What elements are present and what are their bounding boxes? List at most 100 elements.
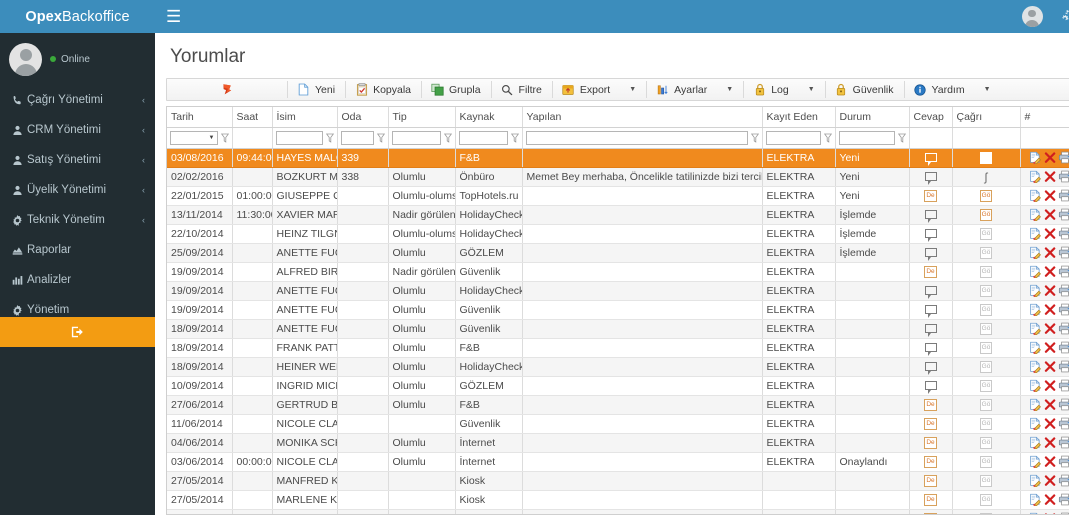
chevron-down-icon[interactable]: ▼ [984,86,991,93]
edit-row-icon[interactable] [1029,189,1042,202]
delete-row-icon[interactable] [1044,417,1056,430]
print-row-icon[interactable] [1058,265,1069,278]
toolbar-button-0[interactable] [167,79,287,100]
edit-row-icon[interactable] [1029,322,1042,335]
call-badge-icon[interactable]: Gö [979,265,993,278]
edit-row-icon[interactable] [1029,303,1042,316]
edit-row-icon[interactable] [1029,246,1042,259]
comment-bubble-icon[interactable] [924,362,937,375]
sidebar-item-5[interactable]: Raporlar [0,235,155,265]
comment-bubble-icon[interactable] [924,381,937,394]
table-row[interactable]: 22/01/201501:00:00GIUSEPPE GIANG Olumlu-o… [167,186,1069,206]
edit-row-icon[interactable] [1029,341,1042,354]
comment-bubble-icon[interactable] [924,286,937,299]
print-row-icon[interactable] [1058,303,1069,316]
comment-bubble-icon[interactable] [924,153,937,166]
sidebar-item-2[interactable]: Satış Yönetimi ‹ [0,145,155,175]
print-row-icon[interactable] [1058,208,1069,221]
comment-bubble-icon[interactable] [924,248,937,261]
table-row[interactable]: 22/10/2014 HEINZ TILGNER Olumlu-olumsuzHol… [167,224,1069,244]
call-badge-icon[interactable]: Gö [979,341,993,354]
table-row[interactable]: 18/09/2014 ANETTE FUCHS OlumluGüvenlik ELEK… [167,319,1069,339]
delete-row-icon[interactable] [1044,227,1056,240]
edit-row-icon[interactable] [1029,170,1042,183]
call-badge-icon[interactable]: Gö [979,455,993,468]
column-header-oda[interactable]: Oda [337,107,389,128]
edit-row-icon[interactable] [1029,265,1042,278]
edit-row-icon[interactable] [1029,455,1042,468]
hamburger-icon[interactable]: ☰ [166,8,181,25]
delete-row-icon[interactable] [1044,455,1056,468]
sidebar-item-6[interactable]: Analizler [0,265,155,295]
detail-badge-icon[interactable]: De [924,398,937,411]
table-row[interactable]: 19/09/2014 ANETTE FUCHS OlumluGüvenlik ELEK… [167,300,1069,320]
funnel-filter-icon[interactable] [376,133,385,143]
print-row-icon[interactable] [1058,455,1069,468]
call-badge-icon[interactable]: Gö [979,493,993,506]
column-header-yapilan[interactable]: Yapılan [522,107,763,128]
delete-row-icon[interactable] [1044,341,1056,354]
table-row[interactable]: 27/06/2014 GERTRUD BIRNER OlumluF&B ELEKTRA… [167,395,1069,415]
print-row-icon[interactable] [1058,474,1069,487]
table-row[interactable]: 04/06/2014 MONIKA SCHUM Olumluİnternet ELEK… [167,433,1069,453]
print-row-icon[interactable] [1058,417,1069,430]
chevron-down-icon[interactable]: ▼ [808,86,815,93]
signature-icon[interactable]: ʃ [985,170,988,184]
delete-row-icon[interactable] [1044,360,1056,373]
sidebar-item-3[interactable]: Üyelik Yönetimi ‹ [0,175,155,205]
table-row[interactable]: 18/09/2014 FRANK PATTBERG OlumluF&B ELEKTRA… [167,338,1069,358]
detail-badge-icon[interactable]: De [924,417,937,430]
delete-row-icon[interactable] [1044,303,1056,316]
table-row[interactable]: 19/09/2014 ALFRED BIRNER Nadir görülenGüve… [167,262,1069,282]
delete-row-icon[interactable] [1044,246,1056,259]
filter-input-yapilan[interactable] [525,130,748,145]
comment-bubble-icon[interactable] [924,229,937,242]
funnel-filter-icon[interactable] [325,133,334,143]
sidebar-item-1[interactable]: CRM Yönetimi ‹ [0,115,155,145]
call-badge-icon[interactable]: Gö [979,379,993,392]
call-badge-icon[interactable]: Gö [979,417,993,430]
call-badge-icon[interactable]: Gö [979,398,993,411]
funnel-filter-icon[interactable] [510,133,519,143]
comment-bubble-icon[interactable] [924,172,937,185]
toolbar-button-3[interactable]: Grupla [421,79,491,100]
table-row[interactable]: 25/09/2014 ANETTE FUCHS OlumluGÖZLEM ELEKTR… [167,243,1069,263]
table-row[interactable]: 18/09/2014 HEINER WELLER OlumluHolidayChec… [167,357,1069,377]
edit-row-icon[interactable] [1029,379,1042,392]
call-badge-icon[interactable]: Gö [979,227,993,240]
print-row-icon[interactable] [1058,189,1069,202]
column-header-tip[interactable]: Tip [388,107,456,128]
comment-bubble-icon[interactable] [924,305,937,318]
print-row-icon[interactable] [1058,284,1069,297]
column-header-kayit[interactable]: Kayıt Eden [762,107,836,128]
table-row[interactable]: 23/05/2014 MANFRED KLING Kiosk De Gö [167,509,1069,514]
table-row[interactable]: 27/05/2014 MARLENE KLING Kiosk De Gö [167,490,1069,510]
print-row-icon[interactable] [1058,493,1069,506]
delete-row-icon[interactable] [1044,493,1056,506]
delete-row-icon[interactable] [1044,474,1056,487]
toolbar-button-2[interactable]: Kopyala [345,79,421,100]
delete-row-icon[interactable] [1044,379,1056,392]
print-row-icon[interactable] [1058,227,1069,240]
delete-row-icon[interactable] [1044,151,1056,164]
print-row-icon[interactable] [1058,398,1069,411]
column-header-kaynak[interactable]: Kaynak [455,107,523,128]
toolbar-button-4[interactable]: Filtre [490,79,552,100]
chevron-down-icon[interactable]: ▼ [209,135,215,141]
column-header-cevap[interactable]: Cevap [909,107,953,128]
table-row[interactable]: 03/08/201609:44:00HAYES MALCOLM339 F&B ELE… [167,148,1069,168]
call-badge-icon[interactable]: Gö [979,189,993,202]
print-row-icon[interactable] [1058,151,1069,164]
sidebar-item-0[interactable]: Çağrı Yönetimi ‹ [0,85,155,115]
filter-input-tarih[interactable]: ▼ [170,130,218,145]
call-badge-icon[interactable]: Gö [979,474,993,487]
detail-badge-icon[interactable]: De [924,474,937,487]
print-row-icon[interactable] [1058,246,1069,259]
edit-row-icon[interactable] [1029,493,1042,506]
column-header-isim[interactable]: İsim [272,107,338,128]
funnel-filter-icon[interactable] [897,133,906,143]
chevron-down-icon[interactable]: ▼ [726,86,733,93]
filter-input-tip[interactable] [391,130,441,145]
edit-row-icon[interactable] [1029,284,1042,297]
call-badge-icon[interactable]: Gö [979,436,993,449]
